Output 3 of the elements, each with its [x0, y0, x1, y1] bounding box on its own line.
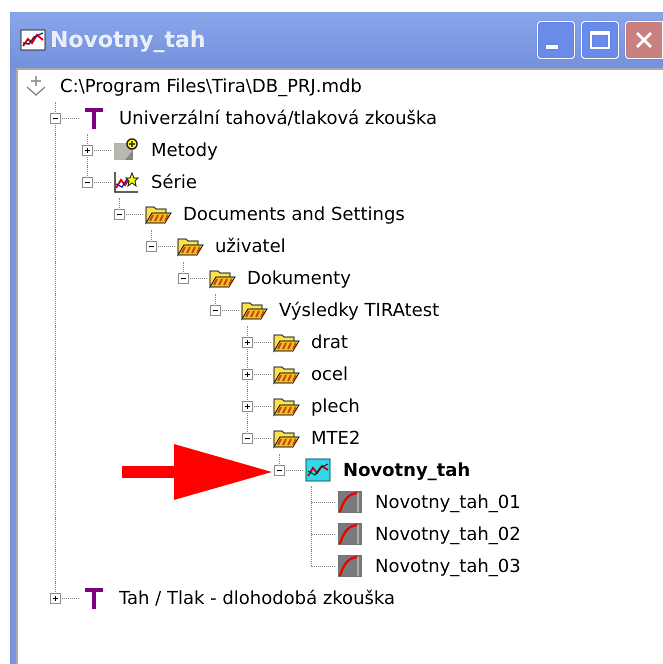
- tree-item[interactable]: C:\Program Files\Tira\DB_PRJ.mdb: [58, 76, 364, 96]
- window-title: Novotny_tah: [50, 28, 207, 52]
- tree-item[interactable]: Výsledky TIRAtest: [277, 300, 442, 320]
